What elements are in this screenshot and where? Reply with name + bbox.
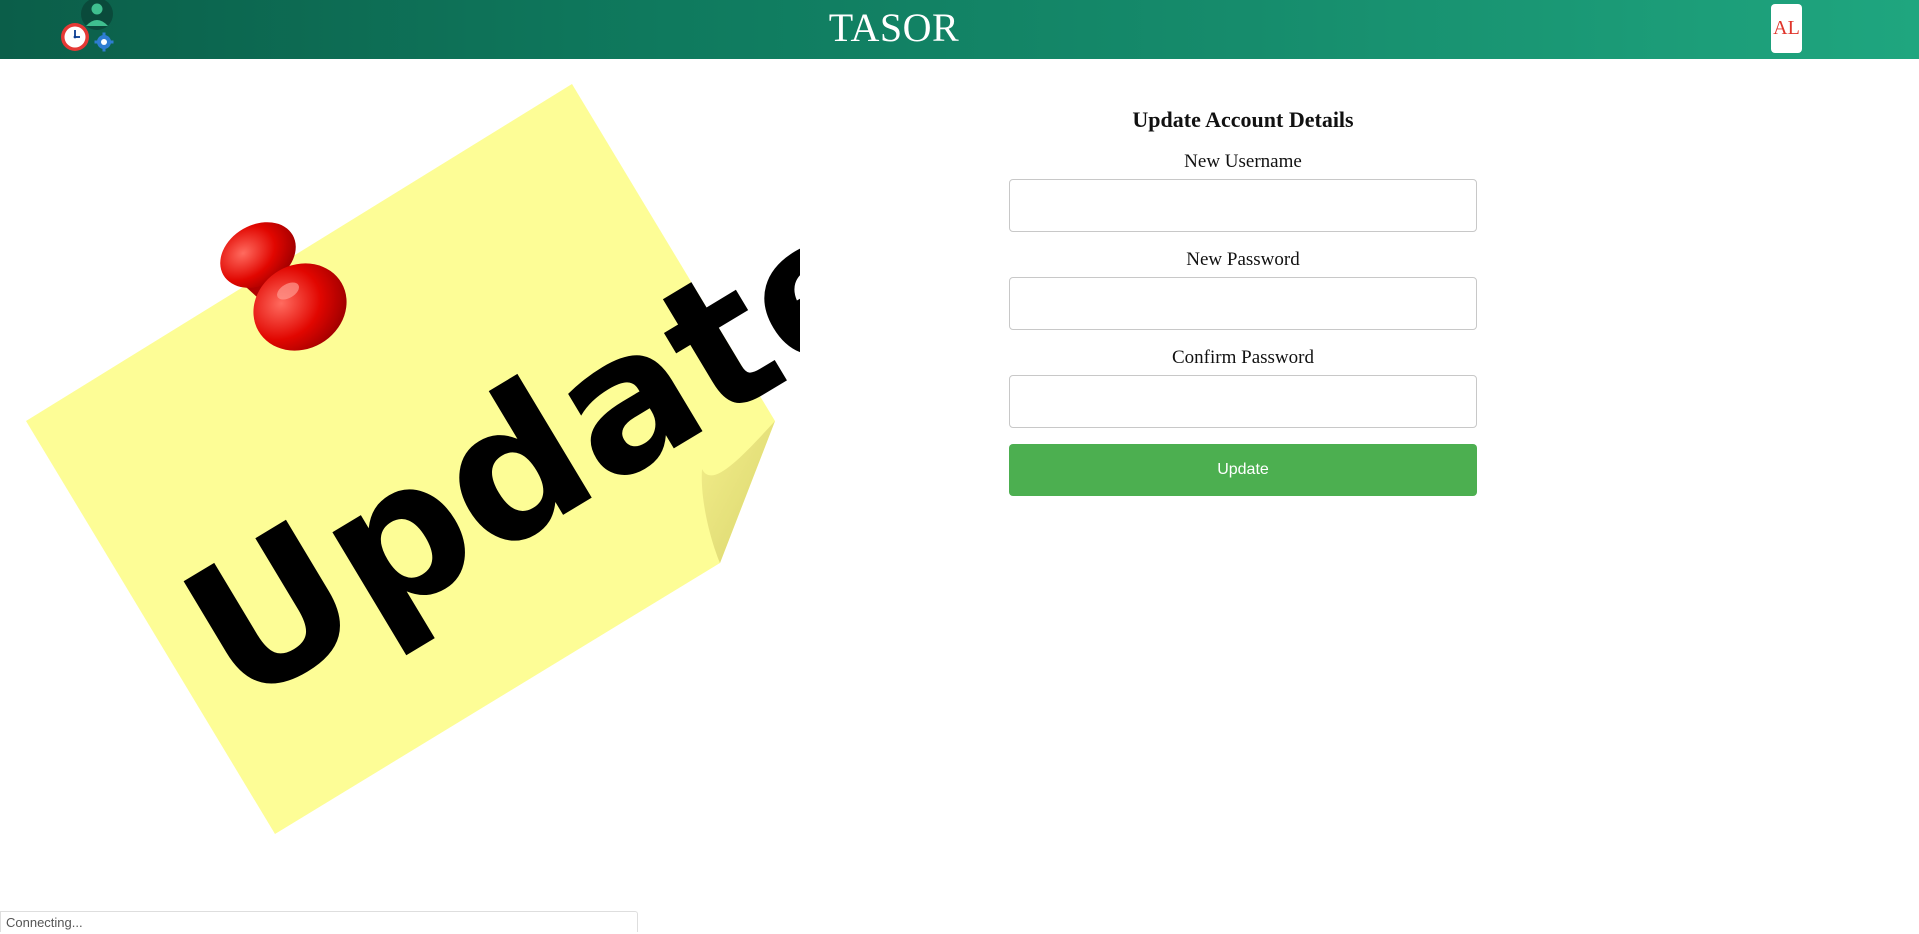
update-account-form: Update Account Details New Username New … — [1009, 106, 1477, 496]
update-button[interactable]: Update — [1009, 444, 1477, 496]
confirm-password-input[interactable] — [1009, 375, 1477, 428]
app-title: TASOR — [828, 5, 960, 50]
app-header: TASOR AL — [0, 0, 1919, 59]
status-bar: Connecting... — [0, 911, 638, 932]
sticky-note-pushpin-icon: Update — [26, 84, 800, 834]
password-label: New Password — [1186, 249, 1300, 270]
username-label: New Username — [1184, 151, 1302, 172]
password-input[interactable] — [1009, 277, 1477, 330]
confirm-password-label: Confirm Password — [1172, 347, 1314, 368]
user-avatar[interactable]: AL — [1771, 4, 1802, 53]
form-title: Update Account Details — [1132, 107, 1354, 132]
username-input[interactable] — [1009, 179, 1477, 232]
